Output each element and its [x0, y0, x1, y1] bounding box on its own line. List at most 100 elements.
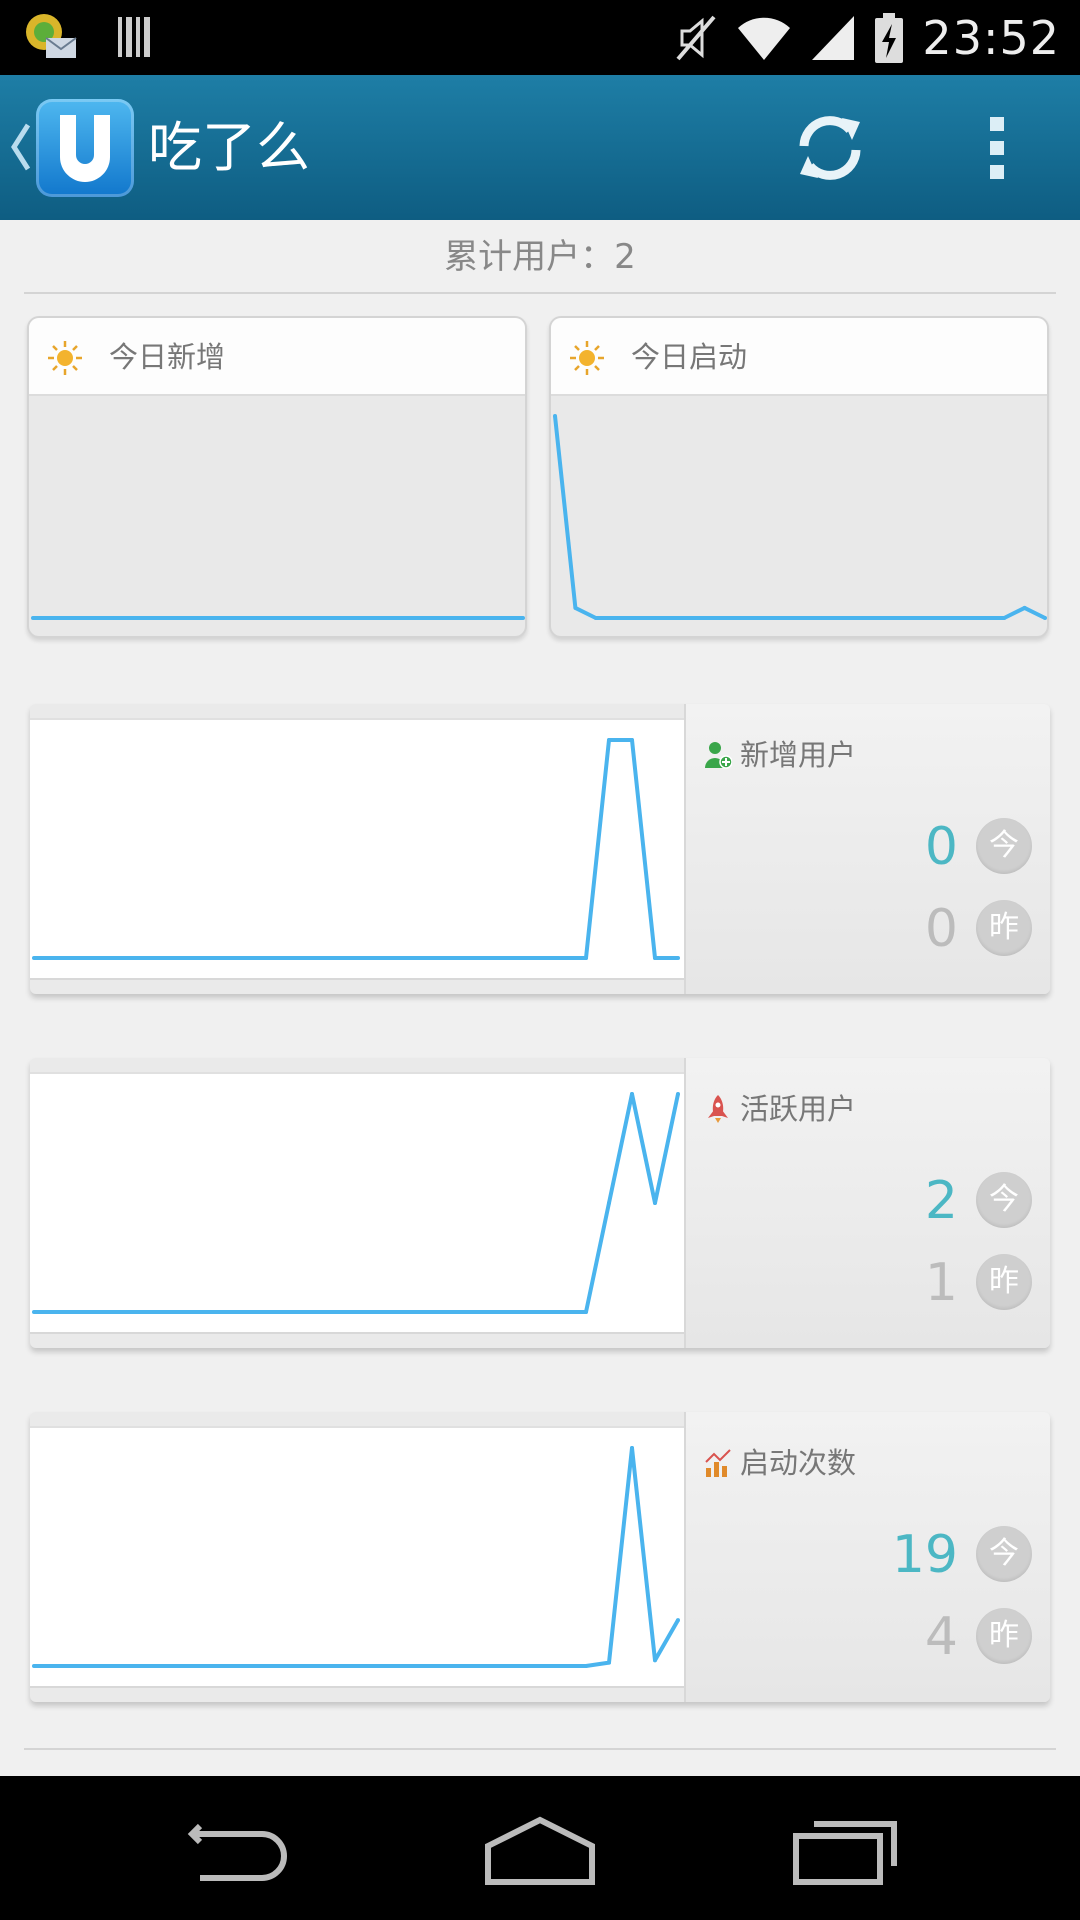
data-point	[561, 1310, 565, 1314]
data-point	[446, 956, 450, 960]
u-logo-icon	[60, 115, 110, 182]
data-point	[235, 616, 240, 620]
today-value: 19	[891, 1525, 958, 1585]
data-point	[78, 956, 82, 960]
data-point	[239, 1664, 243, 1668]
data-point	[377, 1664, 381, 1668]
chevron-left-icon[interactable]	[10, 121, 32, 173]
data-point	[573, 605, 578, 610]
data-point	[51, 616, 56, 620]
data-point	[377, 956, 381, 960]
data-point	[561, 956, 565, 960]
data-point	[331, 1310, 335, 1314]
battery-charging-icon	[875, 12, 904, 63]
data-point	[838, 616, 843, 620]
data-point	[357, 616, 362, 620]
data-point	[331, 956, 335, 960]
data-point	[716, 616, 721, 620]
metric-title: 启动次数	[740, 1446, 857, 1480]
card-active-users[interactable]: 活跃用户 2 今 1 昨	[30, 1058, 1050, 1348]
data-point	[553, 414, 557, 418]
app-logo[interactable]	[36, 99, 134, 197]
refresh-icon[interactable]	[790, 108, 870, 188]
data-point	[675, 616, 680, 620]
total-users-value: 2	[614, 237, 636, 277]
back-nav-icon[interactable]	[170, 1804, 310, 1894]
data-point	[78, 1310, 82, 1314]
data-point	[276, 616, 280, 620]
overflow-menu-icon[interactable]	[976, 113, 1020, 183]
data-point	[1022, 605, 1027, 610]
today-value: 2	[924, 1171, 958, 1231]
data-point	[337, 616, 342, 620]
data-point	[262, 956, 266, 960]
status-bar: 23:52	[0, 0, 1080, 75]
data-point	[515, 1310, 519, 1314]
signal-icon	[812, 15, 855, 60]
data-point	[521, 616, 525, 620]
data-point	[607, 1660, 611, 1665]
data-point	[676, 956, 680, 960]
metric-panel: 活跃用户 2 今 1 昨	[686, 1058, 1050, 1348]
data-point	[55, 956, 59, 960]
data-point	[147, 956, 151, 960]
data-point	[308, 1664, 312, 1668]
data-point	[634, 616, 639, 620]
card-title: 今日启动	[631, 340, 748, 374]
data-point	[216, 1664, 220, 1668]
data-point	[285, 1310, 289, 1314]
data-point	[308, 956, 312, 960]
card-launch-count[interactable]: 启动次数 19 今 4 昨	[30, 1412, 1050, 1702]
data-point	[593, 616, 598, 620]
data-point	[377, 1310, 381, 1314]
data-point	[469, 1310, 473, 1314]
card-today-new[interactable]: 今日新增	[27, 316, 527, 638]
yesterday-value: 0	[924, 899, 958, 959]
home-nav-icon[interactable]	[470, 1804, 610, 1894]
data-point	[653, 956, 657, 960]
data-point	[55, 1664, 59, 1668]
data-point	[55, 1310, 59, 1314]
data-point	[354, 956, 358, 960]
yesterday-badge: 昨	[976, 900, 1032, 956]
card-header: 今日新增	[29, 318, 525, 396]
data-point	[418, 616, 423, 620]
data-point	[676, 1618, 680, 1623]
data-point	[216, 1310, 220, 1314]
today-launch-chart	[553, 414, 1047, 620]
data-point	[354, 1664, 358, 1668]
data-point	[354, 1310, 358, 1314]
sun-icon	[570, 341, 604, 375]
data-point	[124, 956, 128, 960]
recent-apps-icon[interactable]	[770, 1804, 910, 1894]
metric-panel: 新增用户 0 今 0 昨	[686, 704, 1050, 994]
series-line	[34, 1446, 680, 1668]
action-bar: 吃了么	[0, 75, 1080, 220]
rocket-icon	[708, 1095, 728, 1123]
today-new-chart	[31, 616, 525, 620]
data-point	[423, 1310, 427, 1314]
data-point	[459, 616, 464, 620]
data-point	[480, 616, 485, 620]
data-point	[879, 616, 884, 620]
data-point	[400, 956, 404, 960]
data-point	[170, 1310, 174, 1314]
card-today-launch[interactable]: 今日启动	[549, 316, 1049, 638]
data-point	[653, 1658, 657, 1663]
card-new-users[interactable]: 新增用户 0 今 0 昨	[30, 704, 1050, 994]
data-point	[262, 1310, 266, 1314]
data-point	[798, 616, 802, 620]
data-point	[173, 616, 178, 620]
data-point	[124, 1664, 128, 1668]
total-users-label: 累计用户：	[444, 237, 615, 277]
data-point	[147, 1310, 151, 1314]
data-point	[147, 1664, 151, 1668]
app-title: 吃了么	[148, 116, 310, 179]
data-point	[423, 1664, 427, 1668]
data-point	[515, 1664, 519, 1668]
data-point	[296, 616, 301, 620]
metric-panel: 启动次数 19 今 4 昨	[686, 1412, 1050, 1702]
data-point	[308, 1310, 312, 1314]
data-point	[561, 1664, 565, 1668]
launch-count-chart	[32, 1446, 680, 1668]
